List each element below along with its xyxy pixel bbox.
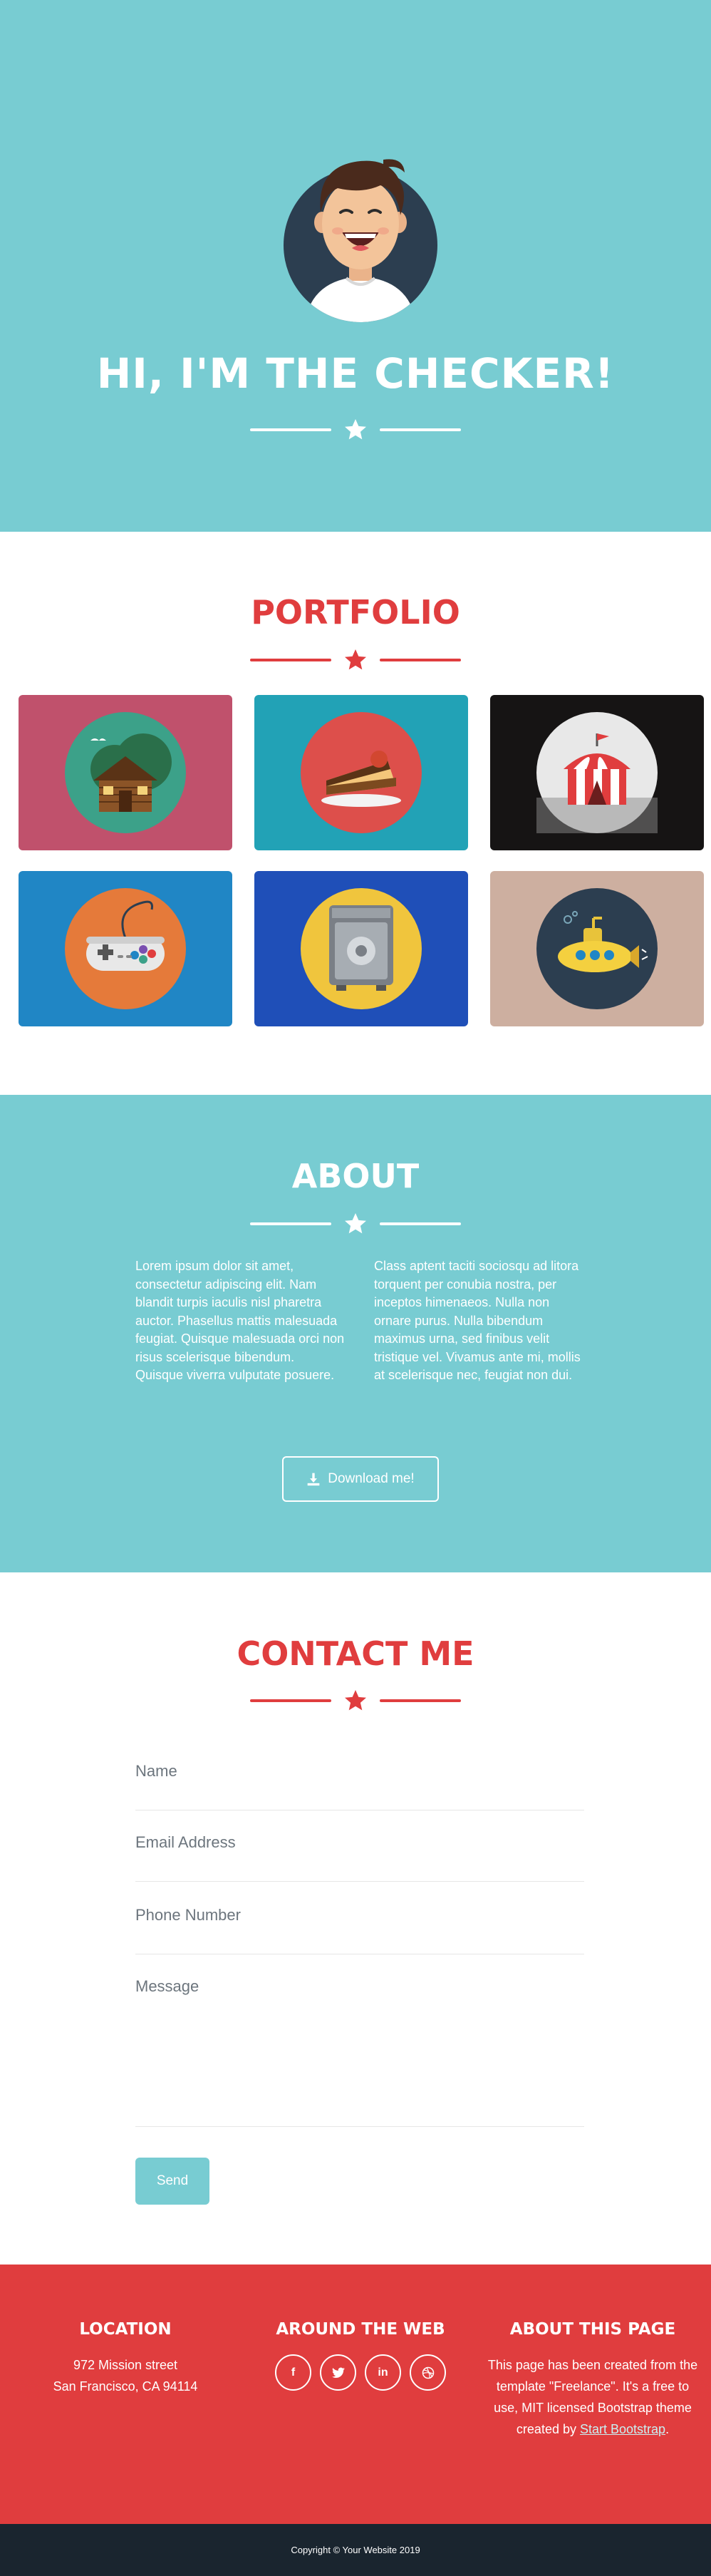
email-field-placeholder: Email Address: [135, 1833, 236, 1851]
footer-location: LOCATION 972 Mission street San Francisc…: [19, 2320, 232, 2397]
portfolio-grid: [19, 695, 704, 1026]
phone-field[interactable]: Phone Number: [135, 1889, 584, 1954]
contact-title: CONTACT ME: [237, 1634, 474, 1673]
download-button[interactable]: Download me!: [282, 1456, 439, 1502]
portfolio-item-safe[interactable]: [254, 871, 468, 1026]
portfolio-item-game[interactable]: [19, 871, 232, 1026]
safe-icon: [301, 888, 422, 1009]
portfolio-item-circus[interactable]: [490, 695, 704, 850]
facebook-icon[interactable]: f: [275, 2354, 311, 2391]
dribbble-ball-icon: [422, 2366, 434, 2379]
portfolio-section: PORTFOLIO: [0, 532, 711, 1095]
contact-section: CONTACT ME Name Email Address Phone Numb…: [0, 1572, 711, 2265]
divider-line-left: [250, 1222, 331, 1225]
divider-line-right: [380, 1222, 461, 1225]
divider-line-right: [380, 659, 461, 661]
cake-icon: [301, 712, 422, 833]
copyright-bar: Copyright © Your Website 2019: [0, 2524, 711, 2576]
dribbble-icon[interactable]: [410, 2354, 446, 2391]
masthead-divider: [0, 416, 711, 444]
contact-divider: [0, 1686, 711, 1715]
start-bootstrap-link[interactable]: Start Bootstrap: [580, 2422, 665, 2436]
name-field-placeholder: Name: [135, 1762, 177, 1780]
send-button[interactable]: Send: [135, 2158, 209, 2205]
email-field[interactable]: Email Address: [135, 1818, 584, 1882]
divider-line-left: [250, 428, 331, 431]
about-title: ABOUT: [291, 1157, 420, 1195]
footer-about-title: ABOUT THIS PAGE: [509, 2320, 676, 2339]
about-section: ABOUT Lorem ipsum dolor sit amet, consec…: [0, 1095, 711, 1572]
masthead: HI, I'M THE CHECKER!: [0, 0, 711, 532]
star-icon: [338, 416, 373, 444]
avatar-illustration: [284, 159, 437, 322]
portfolio-item-cabin[interactable]: [19, 695, 232, 850]
download-button-label: Download me!: [328, 1471, 415, 1486]
footer-about-text: This page has been created from the temp…: [486, 2354, 700, 2440]
linkedin-icon[interactable]: in: [365, 2354, 401, 2391]
message-field[interactable]: Message: [135, 1962, 584, 2127]
divider-line-left: [250, 1699, 331, 1702]
divider-line-left: [250, 659, 331, 661]
footer-location-line1: 972 Mission street: [73, 2358, 178, 2372]
about-text-right: Class aptent taciti sociosqu ad litora t…: [374, 1259, 581, 1382]
cabin-icon: [65, 712, 186, 833]
message-field-placeholder: Message: [135, 1977, 199, 1995]
footer-web-title: AROUND THE WEB: [276, 2320, 445, 2339]
footer-web: AROUND THE WEB f in: [254, 2320, 467, 2391]
about-divider: [0, 1210, 711, 1238]
game-controller-icon: [65, 888, 186, 1009]
download-icon: [307, 1473, 320, 1486]
portfolio-item-submarine[interactable]: [490, 871, 704, 1026]
about-text-left: Lorem ipsum dolor sit amet, consectetur …: [135, 1259, 345, 1382]
phone-field-placeholder: Phone Number: [135, 1906, 241, 1924]
footer-about-end: .: [665, 2422, 670, 2436]
circus-icon: [536, 712, 658, 833]
star-icon: [338, 1210, 373, 1238]
divider-line-right: [380, 428, 461, 431]
avatar: [284, 151, 437, 322]
footer: LOCATION 972 Mission street San Francisc…: [0, 2265, 711, 2524]
star-icon: [338, 1686, 373, 1715]
about-columns: Lorem ipsum dolor sit amet, consectetur …: [135, 1257, 584, 1385]
portfolio-divider: [0, 646, 711, 674]
divider-line-right: [380, 1699, 461, 1702]
social-links: f in: [254, 2354, 467, 2391]
twitter-icon[interactable]: [320, 2354, 356, 2391]
submarine-icon: [536, 888, 658, 1009]
copyright-text: Copyright © Your Website 2019: [291, 2545, 420, 2555]
portfolio-item-cake[interactable]: [254, 695, 468, 850]
footer-location-title: LOCATION: [79, 2320, 172, 2339]
name-field[interactable]: Name: [135, 1746, 584, 1810]
footer-about: ABOUT THIS PAGE This page has been creat…: [486, 2320, 700, 2440]
twitter-bird-icon: [331, 2367, 345, 2378]
masthead-title: HI, I'M THE CHECKER!: [96, 349, 615, 398]
portfolio-title: PORTFOLIO: [251, 593, 460, 632]
footer-location-line2: San Francisco, CA 94114: [53, 2379, 198, 2394]
star-icon: [338, 646, 373, 674]
